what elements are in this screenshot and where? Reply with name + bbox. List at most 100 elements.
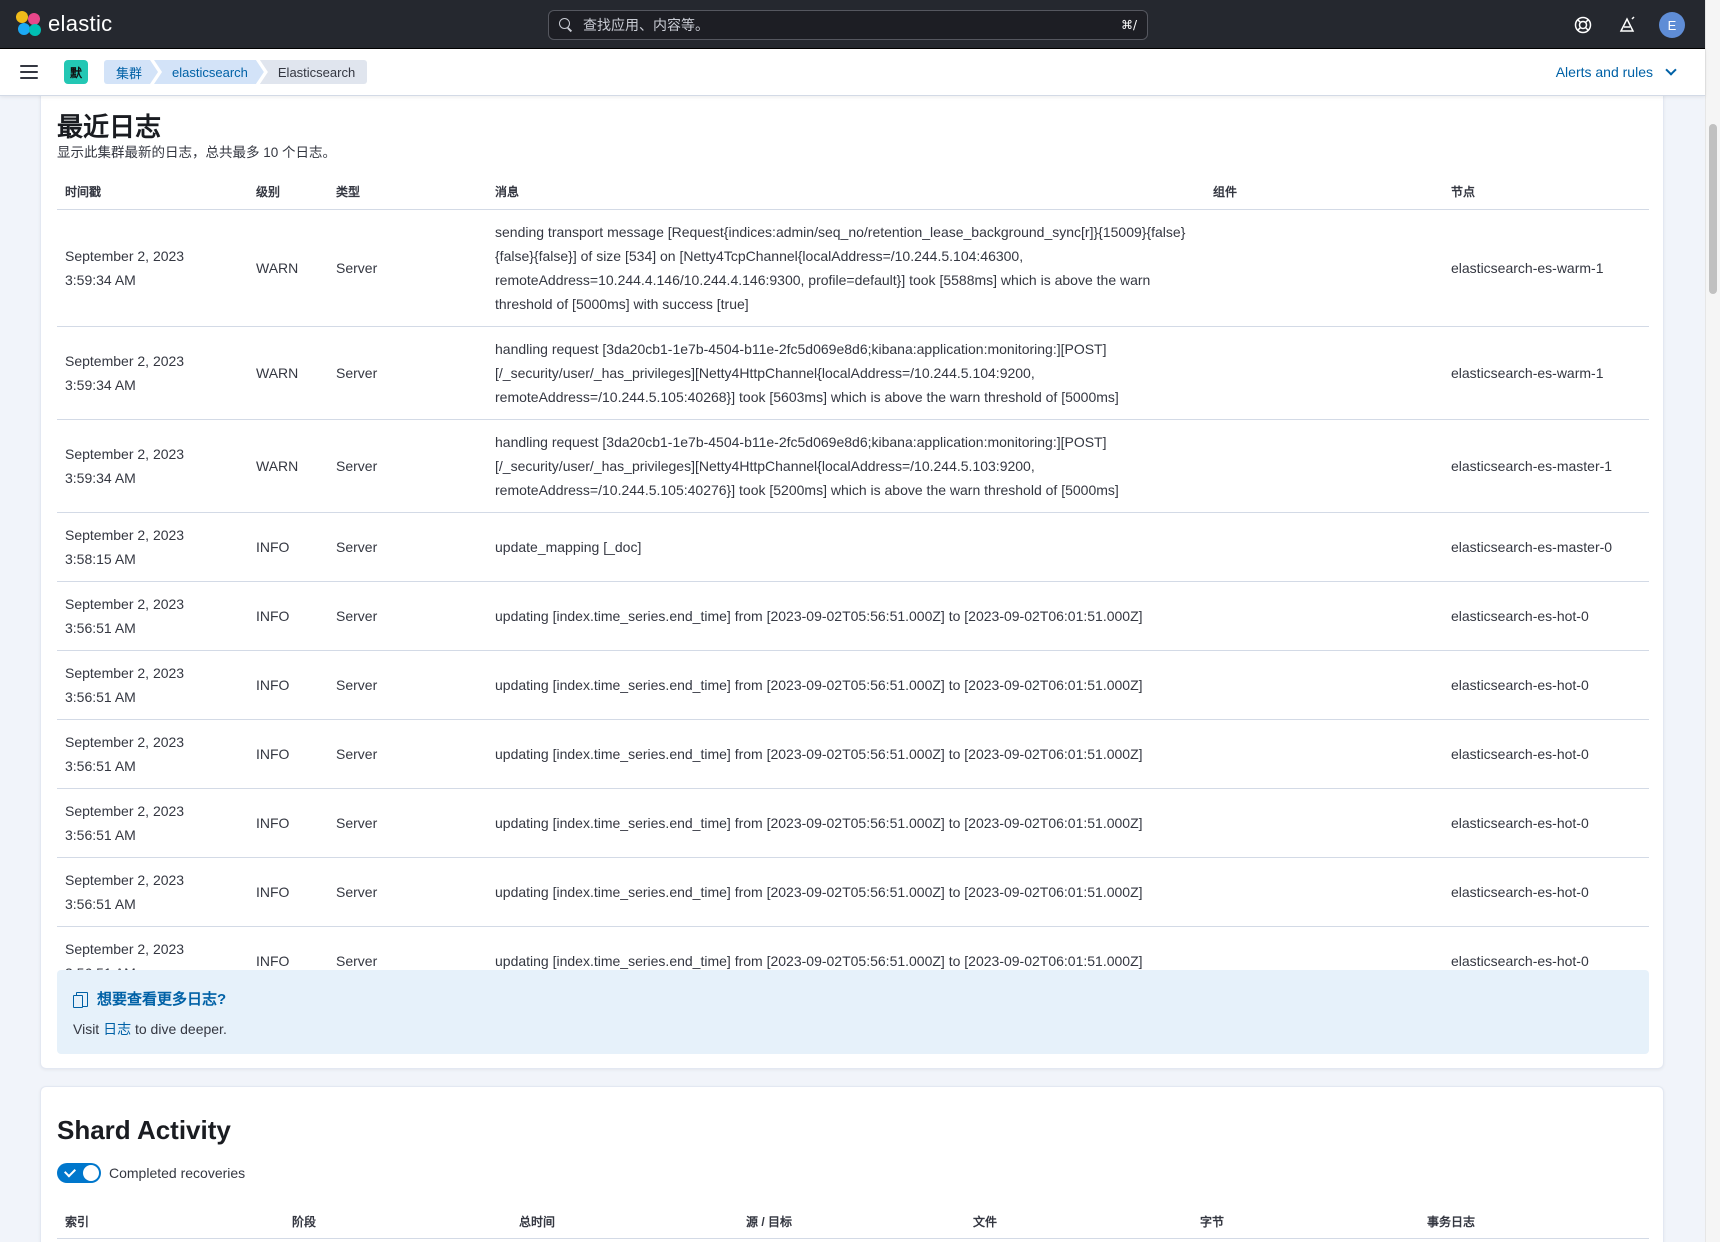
log-message: handling request [3da20cb1-1e7b-4504-b11… xyxy=(487,419,1205,513)
log-level: WARN xyxy=(248,326,328,420)
log-timestamp: September 2, 2023 3:59:34 AM xyxy=(57,326,248,420)
callout-rest-text: to dive deeper. xyxy=(134,1021,227,1037)
col-stage[interactable]: 阶段 xyxy=(284,1213,511,1230)
log-component xyxy=(1205,650,1443,720)
log-component xyxy=(1205,209,1443,327)
breadcrumb-clusters[interactable]: 集群 xyxy=(104,60,158,84)
user-avatar[interactable]: E xyxy=(1659,12,1685,38)
global-search-input[interactable]: 查找应用、内容等。 ⌘/ xyxy=(548,10,1148,40)
search-shortcut-hint: ⌘/ xyxy=(1120,18,1137,32)
table-row: September 2, 20233:56:51 AM INFO Server … xyxy=(57,788,1649,858)
log-component xyxy=(1205,788,1443,858)
search-placeholder: 查找应用、内容等。 xyxy=(583,17,709,33)
completed-recoveries-toggle-row: Completed recoveries xyxy=(57,1163,245,1183)
help-icon[interactable] xyxy=(1571,13,1595,37)
log-type: Server xyxy=(328,209,487,327)
table-row: September 2, 2023 3:58:15 AM INFO Server … xyxy=(57,512,1649,582)
log-type: Server xyxy=(328,719,487,789)
log-component xyxy=(1205,581,1443,651)
log-type: Server xyxy=(328,419,487,513)
search-icon xyxy=(559,18,573,32)
log-type: Server xyxy=(328,650,487,720)
log-type: Server xyxy=(328,326,487,420)
log-message: update_mapping [_doc] xyxy=(487,512,1205,582)
table-row: September 2, 2023 3:59:34 AM WARN Server … xyxy=(57,209,1649,327)
table-row: September 2, 20233:56:51 AM INFO Server … xyxy=(57,857,1649,927)
news-feed-icon[interactable] xyxy=(1615,13,1639,37)
menu-icon[interactable] xyxy=(20,65,38,79)
log-timestamp: September 2, 20233:56:51 AM xyxy=(57,857,248,927)
log-timestamp: September 2, 20233:56:51 AM xyxy=(57,719,248,789)
col-source-target[interactable]: 源 / 目标 xyxy=(738,1213,965,1230)
brand-name: elastic xyxy=(48,11,113,36)
log-message: handling request [3da20cb1-1e7b-4504-b11… xyxy=(487,326,1205,420)
callout-body: Visit 日志 to dive deeper. xyxy=(73,1019,1633,1039)
table-row: September 2, 2023 3:59:34 AM WARN Server … xyxy=(57,419,1649,513)
breadcrumb-cluster-elasticsearch[interactable]: elasticsearch xyxy=(154,60,264,84)
col-level[interactable]: 级别 xyxy=(248,175,328,210)
col-component[interactable]: 组件 xyxy=(1205,175,1443,210)
chevron-down-icon xyxy=(1665,64,1677,76)
table-row: September 2, 20233:56:51 AM INFO Server … xyxy=(57,581,1649,651)
log-level: INFO xyxy=(248,650,328,720)
recent-logs-description: 显示此集群最新的日志，总共最多 10 个日志。 xyxy=(57,145,337,160)
col-bytes[interactable]: 字节 xyxy=(1192,1213,1419,1230)
col-total-time[interactable]: 总时间 xyxy=(511,1213,738,1230)
log-type: Server xyxy=(328,581,487,651)
log-level: INFO xyxy=(248,512,328,582)
log-node: elasticsearch-es-warm-1 xyxy=(1443,326,1649,420)
completed-recoveries-label[interactable]: Completed recoveries xyxy=(109,1165,245,1181)
shard-table-header: 索引 阶段 总时间 源 / 目标 文件 字节 事务日志 xyxy=(57,1205,1649,1239)
breadcrumb: 集群 elasticsearch Elasticsearch xyxy=(104,60,368,84)
shard-activity-title: Shard Activity xyxy=(57,1115,231,1145)
log-level: WARN xyxy=(248,209,328,327)
log-message: updating [index.time_series.end_time] fr… xyxy=(487,788,1205,858)
log-node: elasticsearch-es-warm-1 xyxy=(1443,209,1649,327)
log-node: elasticsearch-es-master-1 xyxy=(1443,419,1649,513)
col-translog[interactable]: 事务日志 xyxy=(1419,1213,1646,1230)
elastic-logo[interactable]: elastic xyxy=(16,11,112,37)
completed-recoveries-switch[interactable] xyxy=(57,1163,101,1183)
log-level: INFO xyxy=(248,719,328,789)
col-index[interactable]: 索引 xyxy=(57,1213,284,1230)
recent-logs-panel: 最近日志 显示此集群最新的日志，总共最多 10 个日志。 时间戳 级别 类型 消… xyxy=(40,70,1664,1069)
breadcrumb-current: Elasticsearch xyxy=(259,60,368,84)
log-node: elasticsearch-es-master-0 xyxy=(1443,512,1649,582)
col-timestamp[interactable]: 时间戳 xyxy=(57,175,248,210)
log-message: updating [index.time_series.end_time] fr… xyxy=(487,581,1205,651)
log-level: WARN xyxy=(248,419,328,513)
log-component xyxy=(1205,419,1443,513)
space-selector[interactable]: 默 xyxy=(64,60,88,84)
shard-activity-panel: Shard Activity Completed recoveries 索引 阶… xyxy=(40,1086,1664,1242)
page-scrollbar[interactable] xyxy=(1705,0,1720,1242)
log-timestamp: September 2, 20233:56:51 AM xyxy=(57,581,248,651)
log-node: elasticsearch-es-hot-0 xyxy=(1443,650,1649,720)
callout-title: 想要查看更多日志? xyxy=(73,988,1633,1009)
more-logs-callout: 想要查看更多日志? Visit 日志 to dive deeper. xyxy=(57,970,1649,1054)
log-message: updating [index.time_series.end_time] fr… xyxy=(487,857,1205,927)
elastic-logo-icon xyxy=(16,11,42,37)
callout-visit-text: Visit xyxy=(73,1021,100,1037)
scrollbar-thumb[interactable] xyxy=(1709,124,1717,294)
log-message: sending transport message [Request{indic… xyxy=(487,209,1205,327)
col-node[interactable]: 节点 xyxy=(1443,175,1649,210)
log-node: elasticsearch-es-hot-0 xyxy=(1443,581,1649,651)
col-message[interactable]: 消息 xyxy=(487,175,1205,210)
log-node: elasticsearch-es-hot-0 xyxy=(1443,788,1649,858)
col-type[interactable]: 类型 xyxy=(328,175,487,210)
top-header: elastic 查找应用、内容等。 ⌘/ E xyxy=(0,0,1705,49)
log-message: updating [index.time_series.end_time] fr… xyxy=(487,650,1205,720)
alerts-menu-label: Alerts and rules xyxy=(1555,64,1653,80)
log-timestamp: September 2, 2023 3:59:34 AM xyxy=(57,419,248,513)
alerts-and-rules-menu[interactable]: Alerts and rules xyxy=(1555,64,1677,80)
recent-logs-title: 最近日志 xyxy=(57,112,162,142)
logs-table: 时间戳 级别 类型 消息 组件 节点 September 2, 2023 3:59… xyxy=(57,175,1649,996)
log-type: Server xyxy=(328,788,487,858)
col-files[interactable]: 文件 xyxy=(965,1213,1192,1230)
logs-link[interactable]: 日志 xyxy=(103,1021,131,1037)
log-component xyxy=(1205,857,1443,927)
callout-title-text: 想要查看更多日志? xyxy=(97,991,227,1008)
log-message: updating [index.time_series.end_time] fr… xyxy=(487,719,1205,789)
log-level: INFO xyxy=(248,857,328,927)
table-row: September 2, 2023 3:59:34 AM WARN Server … xyxy=(57,326,1649,420)
